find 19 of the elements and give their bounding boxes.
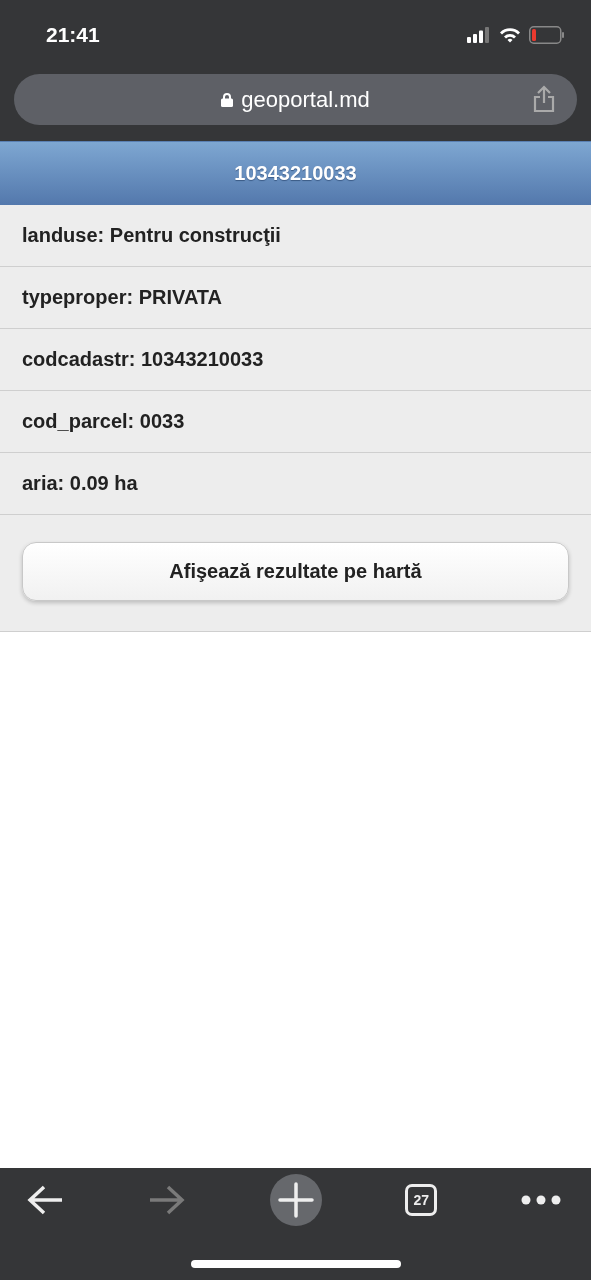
battery-icon	[529, 26, 565, 44]
share-icon[interactable]	[533, 85, 555, 113]
url-text: geoportal.md	[241, 86, 370, 113]
tabs-button[interactable]: 27	[405, 1184, 438, 1216]
new-tab-button[interactable]	[269, 1174, 322, 1226]
attribute-text: landuse: Pentru construcţii	[22, 224, 281, 247]
wifi-icon	[499, 27, 521, 43]
signal-icon	[467, 27, 491, 43]
show-on-map-button[interactable]: Afişează rezultate pe hartă	[22, 541, 569, 601]
lock-icon	[221, 92, 234, 107]
attribute-text: typeproper: PRIVATA	[22, 286, 222, 309]
clock: 21:41	[46, 23, 100, 47]
back-button[interactable]	[26, 1184, 64, 1216]
attribute-text: codcadastr: 10343210033	[22, 348, 264, 371]
attribute-text: cod_parcel: 0033	[22, 410, 185, 433]
more-button[interactable]	[521, 1195, 561, 1205]
address-bar[interactable]: geoportal.md	[14, 74, 577, 125]
title: 10343210033	[234, 162, 357, 185]
attribute-text: aria: 0.09 ha	[22, 472, 138, 495]
